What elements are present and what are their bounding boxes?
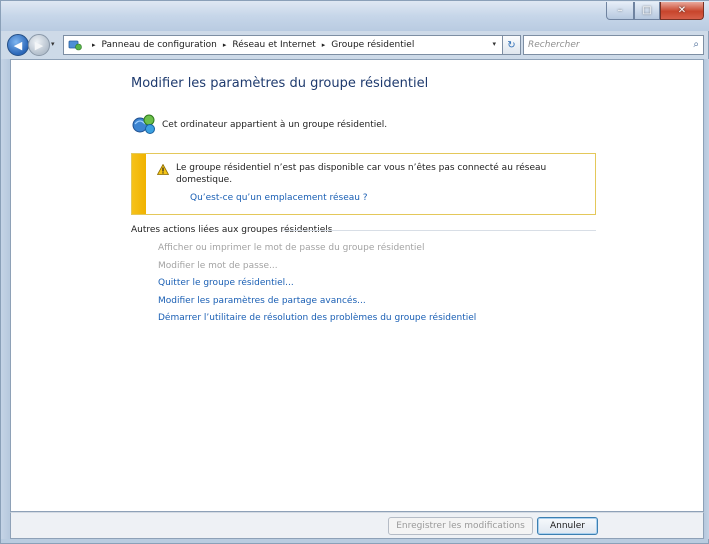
network-location-help-link[interactable]: Qu’est-ce qu’un emplacement réseau ? xyxy=(190,193,368,203)
maximize-button[interactable]: □ xyxy=(634,2,660,20)
section-divider xyxy=(283,230,596,231)
change-password-link: Modifier le mot de passe... xyxy=(158,260,278,271)
homegroup-troubleshooter-link[interactable]: Démarrer l’utilitaire de résolution des … xyxy=(158,310,476,328)
address-bar-row: ◀ ▶ ▾ ▸ Panneau de configuration ▸ Résea… xyxy=(1,31,709,59)
close-button[interactable]: ✕ xyxy=(660,2,704,20)
warning-infobar: Le groupe résidentiel n’est pas disponib… xyxy=(131,153,596,215)
window-controls: – □ ✕ xyxy=(606,2,704,20)
breadcrumb-separator[interactable]: ▸ xyxy=(322,41,326,49)
button-bar: Enregistrer les modifications Annuler xyxy=(10,512,704,539)
leave-homegroup-link[interactable]: Quitter le groupe résidentiel... xyxy=(158,275,476,293)
homegroup-status-text: Cet ordinateur appartient à un groupe ré… xyxy=(162,120,388,130)
breadcrumb-network-internet[interactable]: Réseau et Internet xyxy=(232,40,315,50)
breadcrumb-control-panel[interactable]: Panneau de configuration xyxy=(102,40,217,50)
breadcrumb-separator[interactable]: ▸ xyxy=(92,41,96,49)
search-input[interactable] xyxy=(528,38,678,52)
refresh-icon: ↻ xyxy=(507,39,516,51)
arrow-left-icon: ◀ xyxy=(13,38,23,52)
window-border-right xyxy=(704,59,709,539)
breadcrumb-homegroup[interactable]: Groupe résidentiel xyxy=(331,40,414,50)
search-icon[interactable]: ⌕ xyxy=(693,39,699,50)
homegroup-icon xyxy=(132,114,155,134)
recent-pages-dropdown[interactable]: ▾ xyxy=(51,40,55,48)
back-button[interactable]: ◀ xyxy=(7,34,29,56)
content-pane: Modifier les paramètres du groupe réside… xyxy=(10,59,704,512)
show-print-password-link: Afficher ou imprimer le mot de passe du … xyxy=(158,243,425,253)
save-changes-button[interactable]: Enregistrer les modifications xyxy=(388,517,533,535)
other-actions-list: Afficher ou imprimer le mot de passe du … xyxy=(158,240,476,328)
forward-button[interactable]: ▶ xyxy=(28,34,50,56)
window-border-left xyxy=(1,59,10,539)
chevron-down-icon[interactable]: ▾ xyxy=(492,40,496,48)
warning-message: Le groupe résidentiel n’est pas disponib… xyxy=(176,163,547,185)
explorer-window: – □ ✕ ◀ ▶ ▾ ▸ Panneau de configuration ▸… xyxy=(0,0,709,544)
advanced-sharing-settings-link[interactable]: Modifier les paramètres de partage avanc… xyxy=(158,293,476,311)
minimize-button[interactable]: – xyxy=(606,2,634,20)
breadcrumb-separator[interactable]: ▸ xyxy=(223,41,227,49)
refresh-button[interactable]: ↻ xyxy=(503,35,521,55)
title-bar: – □ ✕ xyxy=(1,1,709,31)
arrow-right-icon: ▶ xyxy=(34,38,44,52)
address-bar[interactable]: ▸ Panneau de configuration ▸ Réseau et I… xyxy=(63,35,503,55)
warning-icon xyxy=(157,164,169,175)
page-title: Modifier les paramètres du groupe réside… xyxy=(131,76,429,91)
cancel-button[interactable]: Annuler xyxy=(537,517,598,535)
warning-stripe xyxy=(132,154,146,214)
control-panel-icon xyxy=(68,40,82,51)
search-box[interactable]: ⌕ xyxy=(523,35,704,55)
